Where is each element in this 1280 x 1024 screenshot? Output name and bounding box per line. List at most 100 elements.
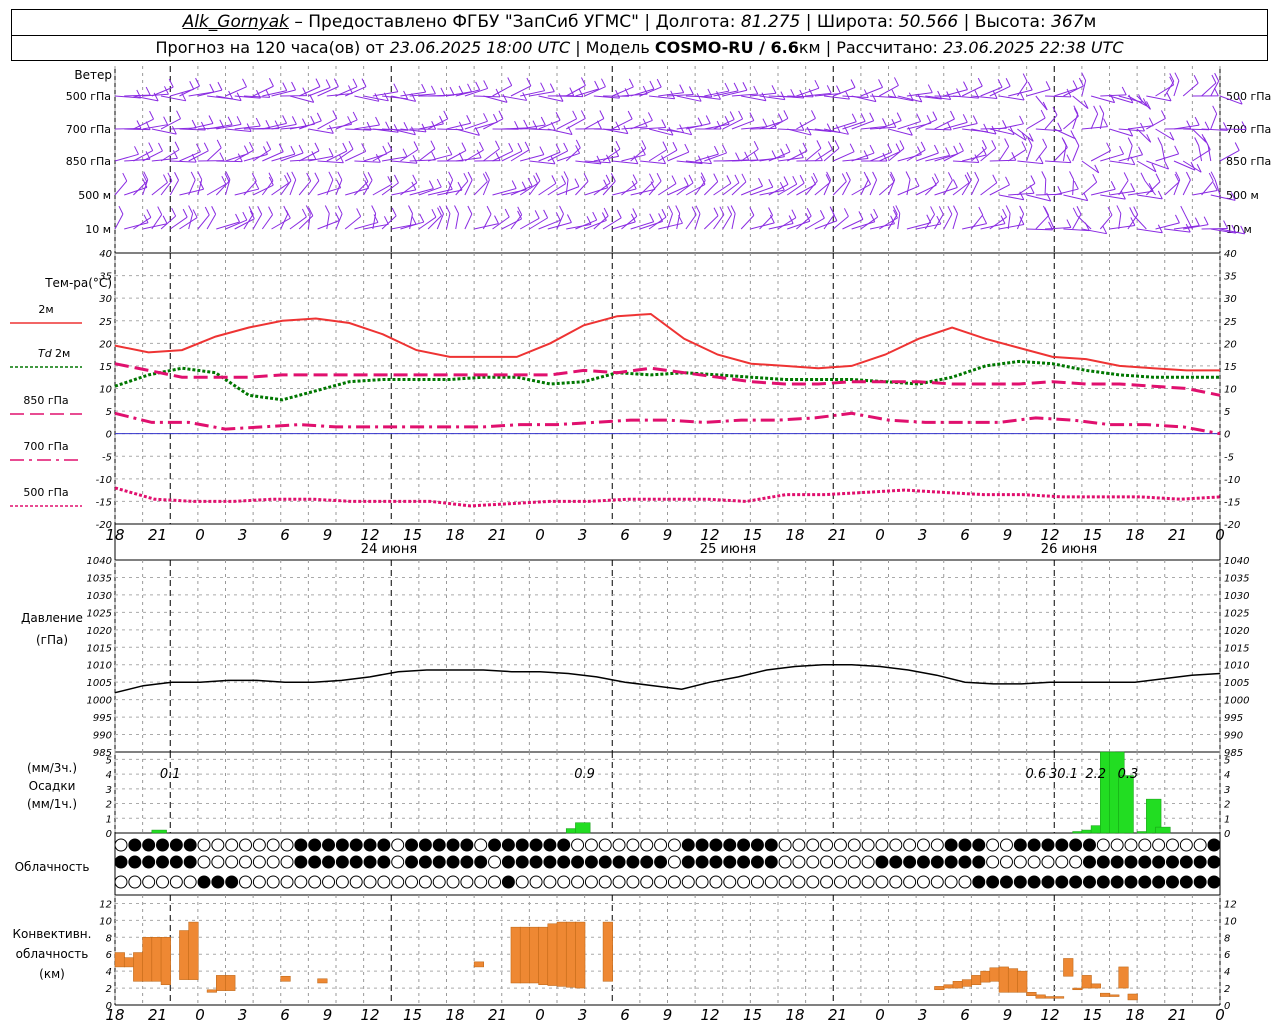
wind-barb bbox=[1146, 95, 1172, 102]
wind-barb bbox=[1044, 114, 1058, 130]
wind-barb bbox=[391, 95, 416, 102]
wind-barb-flag bbox=[508, 142, 514, 152]
wind-barb bbox=[446, 213, 451, 230]
wind-barb bbox=[206, 183, 227, 196]
cloud-cell bbox=[903, 875, 917, 889]
wind-barb-flag bbox=[777, 113, 783, 122]
cloud-cell bbox=[349, 838, 363, 852]
wind-barb bbox=[1173, 179, 1181, 196]
cloud-cell bbox=[280, 838, 294, 852]
wind-barb-flag bbox=[375, 116, 380, 126]
cloud-cell bbox=[405, 875, 419, 889]
cloud-cell bbox=[612, 855, 626, 869]
wind-barb-flag bbox=[705, 115, 711, 124]
wind-barb-flag bbox=[1174, 72, 1180, 81]
wind-barb-flag bbox=[1042, 138, 1048, 148]
wind-barb bbox=[114, 180, 128, 196]
wind-barb-flag bbox=[118, 205, 124, 215]
wind-barb bbox=[1081, 228, 1107, 235]
wind-barb-flag bbox=[1002, 208, 1007, 218]
cloud-cell bbox=[363, 855, 377, 869]
cloud-cell bbox=[1193, 855, 1207, 869]
cloud-cell bbox=[391, 838, 405, 852]
wind-barb-flag bbox=[811, 110, 816, 119]
wind-barb bbox=[833, 87, 856, 97]
wind-barb-flag bbox=[314, 172, 320, 181]
wind-barb-flag bbox=[697, 117, 703, 126]
conv-x-tick-9: 21 bbox=[488, 1006, 507, 1024]
temp-y-right-9: 25 bbox=[1224, 317, 1237, 328]
wind-barb-flag bbox=[836, 85, 841, 94]
wind-barb-flag bbox=[1057, 122, 1063, 131]
wind-barb-flag bbox=[447, 146, 453, 155]
cloud-cell bbox=[764, 875, 778, 889]
wind-barb-flag bbox=[1161, 110, 1166, 119]
wind-barb-flag bbox=[695, 205, 701, 214]
cloud-cell bbox=[1082, 875, 1096, 889]
wind-barb-flag bbox=[963, 81, 968, 90]
conv-x-tick-4: 6 bbox=[280, 1006, 290, 1024]
wind-barb-flag bbox=[334, 212, 340, 221]
cloud-cell bbox=[737, 855, 751, 869]
wind-barb bbox=[952, 123, 978, 130]
cloud-cell bbox=[820, 855, 834, 869]
wind-barb bbox=[639, 160, 666, 165]
wind-barb-flag bbox=[266, 141, 272, 150]
wind-barb bbox=[860, 216, 878, 230]
precip-y-right-3: 3 bbox=[1224, 785, 1230, 796]
wind-barb-flag bbox=[806, 207, 812, 217]
cloud-cell bbox=[612, 838, 626, 852]
wind-barb-flag bbox=[1099, 105, 1105, 114]
wind-barb bbox=[418, 148, 436, 162]
cloud-cell bbox=[197, 838, 211, 852]
wind-barb-flag bbox=[325, 79, 331, 88]
cloud-cell bbox=[903, 838, 917, 852]
cloud-cell bbox=[1069, 838, 1083, 852]
temp-y-right-12: 40 bbox=[1224, 249, 1237, 260]
wind-barb-flag bbox=[958, 142, 964, 152]
cloud-cell bbox=[944, 838, 958, 852]
cloud-cell bbox=[1179, 855, 1193, 869]
cloud-cell bbox=[239, 875, 253, 889]
precip-total-1: 0.9 bbox=[574, 767, 595, 782]
wind-barb bbox=[823, 179, 832, 196]
cloud-cell bbox=[833, 838, 847, 852]
conv-x-tick-6: 12 bbox=[360, 1006, 379, 1024]
wind-barb bbox=[649, 95, 675, 100]
wind-barb-flag bbox=[448, 171, 454, 181]
wind-barb-flag bbox=[934, 173, 940, 182]
wind-barb-flag bbox=[671, 175, 677, 184]
wind-barb-flag bbox=[483, 80, 489, 89]
cloud-cell bbox=[142, 855, 156, 869]
wind-barb bbox=[1026, 194, 1051, 202]
conv-bar-1 bbox=[123, 957, 135, 968]
cloud-cell bbox=[474, 855, 488, 869]
wind-barb-flag bbox=[1040, 109, 1046, 119]
wind-barb-flag bbox=[783, 176, 789, 185]
wind-barb bbox=[1063, 194, 1088, 202]
cloud-cell bbox=[322, 855, 336, 869]
wind-barb-flag bbox=[1069, 171, 1074, 180]
cloud-cell bbox=[363, 838, 377, 852]
wind-barb bbox=[510, 214, 523, 230]
wind-barb-flag bbox=[688, 174, 694, 184]
cloud-cell bbox=[1082, 855, 1096, 869]
wind-barb bbox=[1118, 154, 1143, 162]
conv-y-left-5: 10 bbox=[99, 916, 112, 927]
conv-y-left-0: 0 bbox=[106, 1001, 112, 1012]
wind-barb-flag bbox=[814, 79, 820, 89]
cloud-cell bbox=[1152, 855, 1166, 869]
cloud-cell bbox=[1069, 855, 1083, 869]
wind-barb-flag bbox=[1027, 81, 1033, 91]
cloud-cell bbox=[681, 875, 695, 889]
wind-barb-flag bbox=[843, 208, 849, 217]
wind-barb-flag bbox=[494, 215, 499, 224]
temp-y-left-8: 20 bbox=[99, 339, 112, 350]
cloud-cell bbox=[861, 838, 875, 852]
conv-bar-11 bbox=[280, 975, 291, 982]
wind-barb bbox=[704, 123, 730, 130]
conv-bar-17 bbox=[538, 926, 549, 985]
wind-barb-flag bbox=[504, 208, 510, 218]
wind-barb-flag bbox=[893, 77, 899, 86]
conv-x-tick-15: 15 bbox=[743, 1006, 762, 1024]
